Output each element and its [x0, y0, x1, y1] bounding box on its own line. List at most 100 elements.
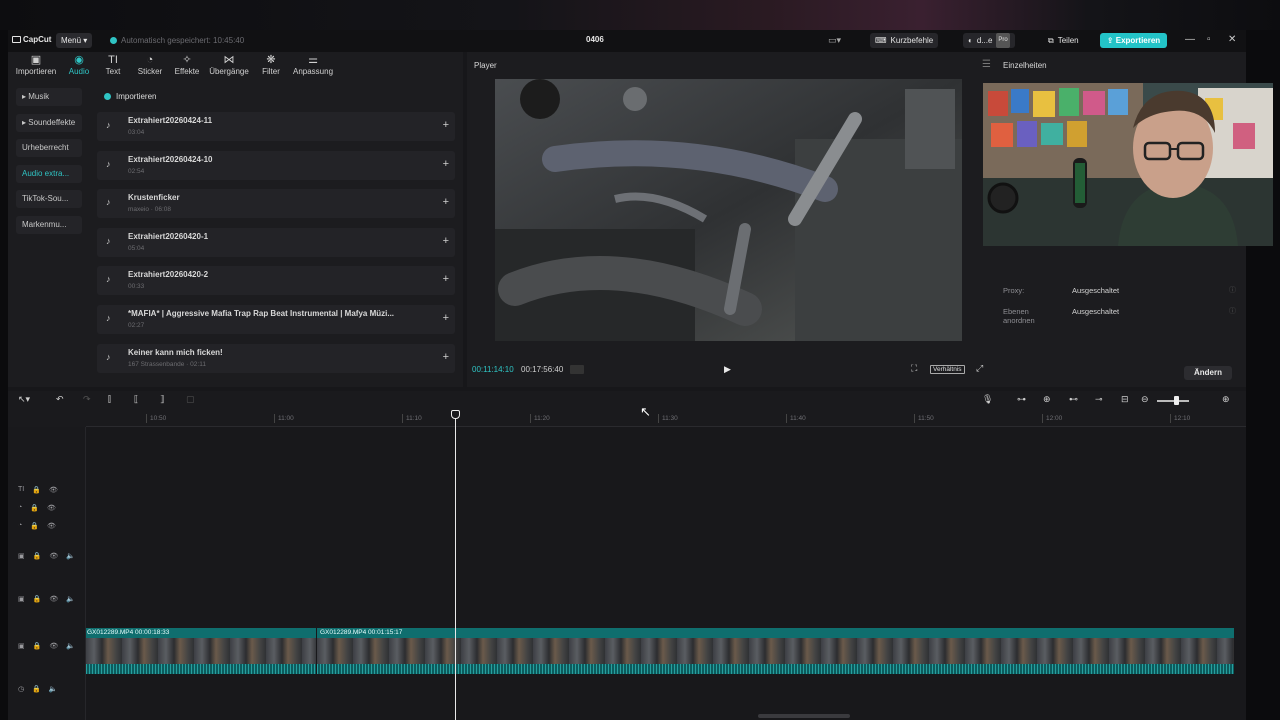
video-preview[interactable]: [495, 79, 962, 341]
category-copyright[interactable]: Urheberrecht: [16, 139, 82, 158]
delete-icon[interactable]: ▢: [186, 394, 195, 405]
lock-icon[interactable]: 🔒: [32, 685, 41, 693]
tab-import[interactable]: ▣ Importieren: [8, 52, 64, 82]
tab-text[interactable]: TI Text: [94, 52, 132, 82]
eye-icon[interactable]: 👁: [49, 552, 58, 560]
aspect-ratio-button[interactable]: Verhältnis: [930, 365, 965, 374]
add-icon[interactable]: +: [443, 158, 449, 170]
tab-filter[interactable]: ❋ Filter: [252, 52, 290, 82]
eye-icon[interactable]: 👁: [49, 486, 58, 494]
category-music[interactable]: ▸ Musik: [16, 88, 82, 106]
undo-icon[interactable]: ↶: [56, 394, 64, 405]
maximize-icon[interactable]: ▫: [1207, 34, 1211, 45]
category-tiktok-sounds[interactable]: TikTok-Sou...: [16, 190, 82, 209]
proxy-value: Ausgeschaltet: [1072, 286, 1120, 295]
add-icon[interactable]: +: [443, 196, 449, 208]
list-item[interactable]: ♪ Keiner kann mich ficken! 167 Strassenban…: [97, 343, 455, 373]
sticker-icon: ◔: [146, 54, 154, 66]
tab-audio[interactable]: ◉ Audio: [64, 52, 94, 82]
caption-icon[interactable]: ⊟: [1121, 394, 1129, 405]
select-cursor-icon[interactable]: ↖▾: [18, 394, 30, 405]
video-clip[interactable]: GX012289.MP4 00:00:18:33: [86, 628, 316, 674]
speaker-icon[interactable]: 🔈: [49, 685, 58, 693]
file-duration: 02:27: [128, 321, 145, 329]
zoom-out-icon[interactable]: ⊖: [1141, 394, 1149, 405]
playhead-handle[interactable]: [451, 410, 460, 419]
list-item[interactable]: ♪ Krustenficker maxeio · 06:08 +: [97, 189, 455, 219]
shortcuts-button[interactable]: ⌨ Kurzbefehle: [870, 33, 939, 48]
split-right-icon[interactable]: ⟧: [160, 394, 164, 405]
add-icon[interactable]: +: [443, 351, 449, 363]
category-label: Musik: [28, 92, 50, 101]
share-button[interactable]: ⧉ Teilen: [1043, 33, 1084, 48]
export-icon: ⇪: [1106, 36, 1114, 45]
lock-icon[interactable]: 🔒: [33, 552, 42, 560]
lock-icon[interactable]: 🔒: [33, 642, 42, 650]
microphone-icon[interactable]: 🎙: [982, 394, 993, 405]
layout-icon[interactable]: ▭▾: [828, 35, 841, 46]
tab-transitions[interactable]: ⋈ Übergänge: [206, 52, 252, 82]
category-sound-effects[interactable]: ▸ Soundeffekte: [16, 113, 82, 132]
clip-label: GX012289.MP4 00:01:15:17: [320, 629, 403, 636]
zoom-fit-icon[interactable]: ⊕: [1222, 394, 1230, 405]
change-button[interactable]: Ändern: [1184, 366, 1232, 380]
speaker-icon[interactable]: 🔈: [66, 642, 75, 650]
export-button[interactable]: ⇪ Exportieren: [1100, 33, 1167, 48]
speaker-icon[interactable]: 🔈: [66, 552, 75, 560]
close-icon[interactable]: ✕: [1228, 34, 1236, 45]
tab-label: Sticker: [137, 67, 163, 76]
play-button[interactable]: ▶: [724, 364, 731, 375]
timecode-format-icon[interactable]: [570, 365, 584, 374]
eye-icon[interactable]: 👁: [49, 642, 58, 650]
lock-icon[interactable]: 🔒: [33, 595, 42, 603]
timeline-toolbar: ↖▾ ↶ ↷ ⫿ ⟦ ⟧ ▢ 🎙 ⊶ ⊕ ⊷ ⊸ ⊟ ⊖ ⊕: [8, 391, 1246, 411]
eye-icon[interactable]: 👁: [47, 504, 56, 512]
link-main-track-icon[interactable]: ⊶: [1017, 394, 1026, 405]
list-item[interactable]: ♪ Extrahiert20260424-10 02:54 +: [97, 150, 455, 180]
linkage-icon[interactable]: ⊷: [1069, 394, 1078, 405]
list-item[interactable]: ♪ Extrahiert20260424-11 03:04 +: [97, 112, 455, 141]
split-left-icon[interactable]: ⟦: [134, 394, 138, 405]
info-icon[interactable]: ⓘ: [1229, 285, 1236, 295]
add-icon[interactable]: +: [443, 119, 449, 131]
magnet-icon[interactable]: ⊕: [1043, 394, 1051, 405]
category-audio-extracted[interactable]: Audio extra...: [16, 164, 82, 183]
split-icon[interactable]: ⫿: [108, 394, 111, 405]
add-icon[interactable]: +: [443, 312, 449, 324]
add-icon[interactable]: +: [443, 235, 449, 247]
time-ruler[interactable]: 10:50 11:00 11:10 11:20 11:30 11:40 11:5…: [86, 411, 1246, 427]
tab-sticker[interactable]: ◔ Sticker: [132, 52, 168, 82]
zoom-slider-handle[interactable]: [1174, 396, 1179, 405]
zoom-slider[interactable]: [1157, 400, 1189, 402]
tab-adjust[interactable]: ⚌ Anpassung: [290, 52, 336, 82]
eye-icon[interactable]: 👁: [49, 595, 58, 603]
player-panel: Player ☰ 00:11:14:10 00:17:56:40 ▶ ⛶ Ver…: [467, 52, 999, 387]
eye-icon[interactable]: 👁: [47, 522, 56, 530]
expand-icon[interactable]: ⤢: [976, 363, 983, 374]
project-title[interactable]: 0406: [586, 35, 604, 44]
list-item[interactable]: ♪ Extrahiert20260420-2 00:33 +: [97, 266, 455, 296]
lock-icon[interactable]: 🔒: [30, 522, 39, 530]
track-area[interactable]: GX012289.MP4 00:00:18:33 GX012289.MP4 00…: [86, 427, 1246, 720]
lock-icon[interactable]: 🔒: [32, 486, 41, 494]
mouse-cursor-icon: ↖: [640, 404, 651, 419]
list-item[interactable]: ♪ *MAFIA* | Aggressive Mafia Trap Rap Bea…: [97, 304, 455, 334]
menu-button[interactable]: Menü ▾: [56, 33, 93, 48]
clip-label: GX012289.MP4 00:00:18:33: [87, 629, 170, 636]
info-icon[interactable]: ⓘ: [1229, 306, 1236, 316]
tab-effects[interactable]: ✧ Effekte: [168, 52, 206, 82]
lock-icon[interactable]: 🔒: [30, 504, 39, 512]
speaker-icon[interactable]: 🔈: [66, 595, 75, 603]
fullscreen-crop-icon[interactable]: ⛶: [911, 363, 917, 374]
hamburger-menu-icon[interactable]: ☰: [982, 59, 991, 70]
add-icon[interactable]: +: [443, 273, 449, 285]
redo-icon[interactable]: ↷: [83, 394, 91, 405]
list-item[interactable]: ♪ Extrahiert20260420-1 05:04 +: [97, 227, 455, 257]
timeline-scrollbar[interactable]: [758, 714, 850, 718]
webcam-overlay: [983, 83, 1273, 246]
minimize-icon[interactable]: —: [1185, 34, 1195, 45]
user-account-button[interactable]: ◐ d...e Pro: [963, 33, 1015, 48]
preview-axis-icon[interactable]: ⊸: [1095, 394, 1103, 405]
playhead[interactable]: [455, 410, 456, 720]
category-brand-music[interactable]: Markenmu...: [16, 215, 82, 234]
